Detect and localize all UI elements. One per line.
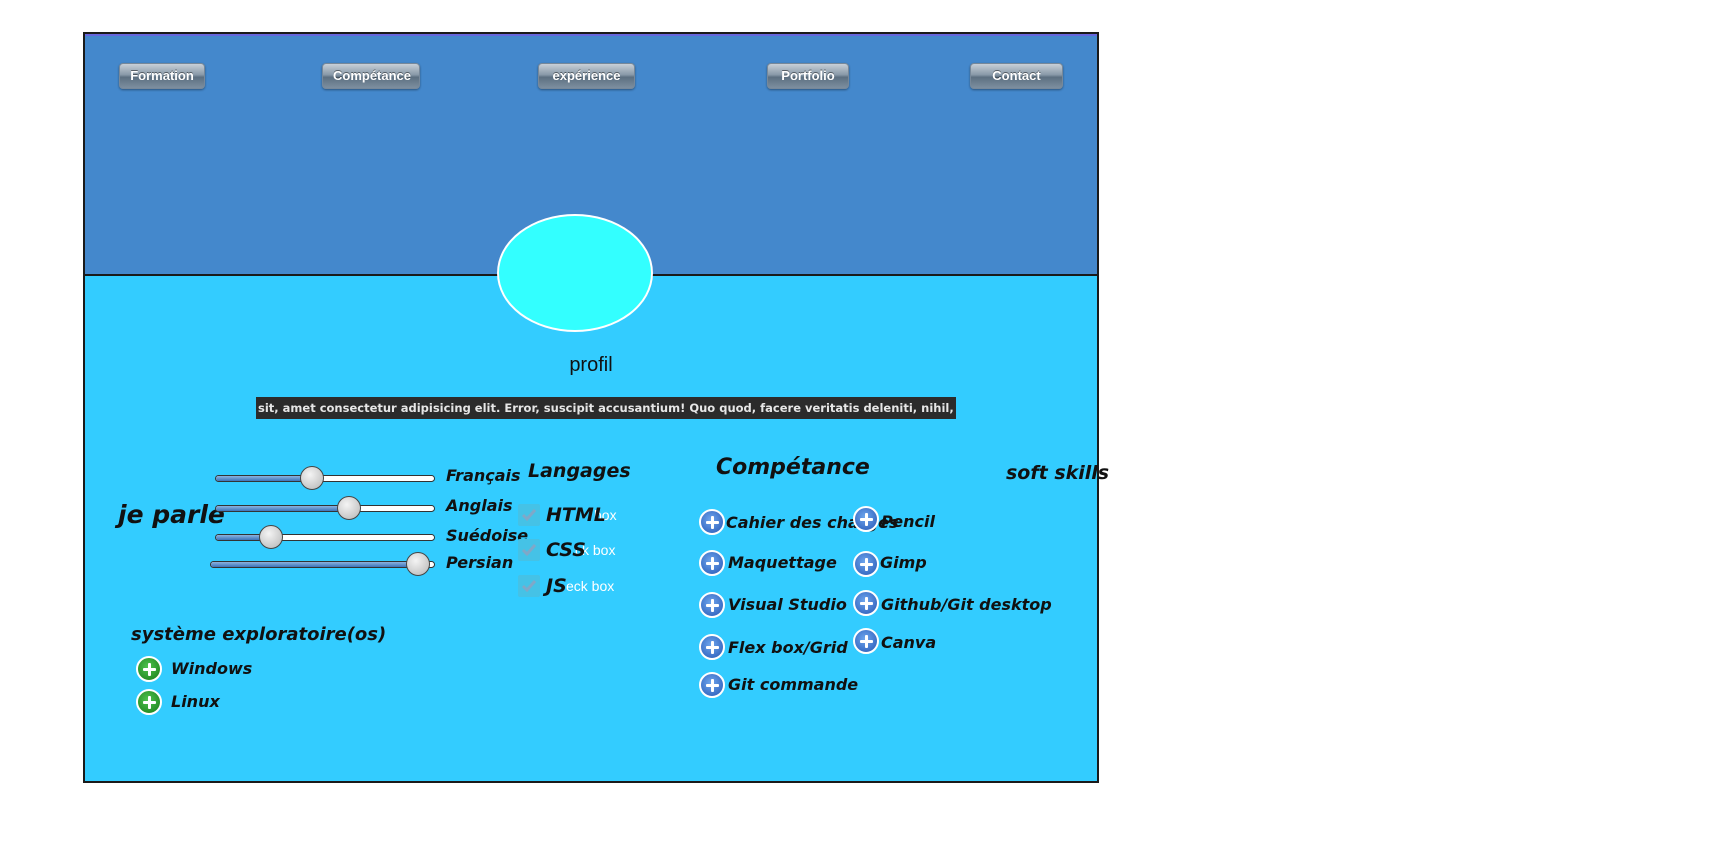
os-heading: système exploratoire(os) xyxy=(131,624,387,645)
os-item-linux: Linux xyxy=(171,692,220,711)
add-pencil-icon[interactable] xyxy=(853,506,879,532)
nav-formation-button[interactable]: Formation xyxy=(119,63,205,89)
checkmark-icon xyxy=(521,544,537,557)
add-maquettage-icon[interactable] xyxy=(699,550,725,576)
slider-fill xyxy=(216,506,349,511)
language-slider-francais[interactable] xyxy=(215,466,435,490)
skill-git-commande: Git commande xyxy=(728,675,859,694)
skill-maquettage: Maquettage xyxy=(728,553,837,572)
soft-skills-heading: soft skills xyxy=(1006,462,1110,484)
skill-pencil: Pencil xyxy=(881,512,935,531)
language-label-francais: Français xyxy=(446,466,521,485)
slider-fill xyxy=(216,476,312,481)
langage-html-label: HTML xyxy=(546,504,606,526)
portfolio-card: Formation Compétance expérience Portfoli… xyxy=(83,32,1109,783)
skill-github-git-desktop: Github/Git desktop xyxy=(881,595,1052,614)
langage-css-label: CSS xyxy=(546,539,586,561)
slider-handle[interactable] xyxy=(406,552,431,576)
profile-title: profil xyxy=(569,354,613,376)
css-checkbox[interactable] xyxy=(518,539,540,561)
slider-handle[interactable] xyxy=(258,525,283,549)
language-slider-suedoise[interactable] xyxy=(215,525,435,549)
langages-heading: Langages xyxy=(528,460,631,482)
nav-competance-button[interactable]: Compétance xyxy=(322,63,420,89)
checkmark-icon xyxy=(521,509,537,522)
language-label-suedoise: Suédoise xyxy=(446,526,529,545)
add-visual-studio-icon[interactable] xyxy=(699,592,725,618)
profile-text: sit, amet consectetur adipisicing elit. … xyxy=(256,397,956,419)
langage-js-label: JS xyxy=(546,575,567,597)
nav-contact-button[interactable]: Contact xyxy=(970,63,1063,89)
language-label-persian: Persian xyxy=(446,553,514,572)
competance-heading: Compétance xyxy=(716,455,870,480)
checkmark-icon xyxy=(521,580,537,593)
add-gimp-icon[interactable] xyxy=(853,551,879,577)
slider-handle[interactable] xyxy=(299,466,324,490)
slider-fill xyxy=(211,562,419,567)
add-github-icon[interactable] xyxy=(853,590,879,616)
nav-experience-button[interactable]: expérience xyxy=(538,63,635,89)
nav-portfolio-button[interactable]: Portfolio xyxy=(767,63,849,89)
add-git-commande-icon[interactable] xyxy=(699,672,725,698)
add-flex-box-grid-icon[interactable] xyxy=(699,634,725,660)
js-checkbox-text: eck box xyxy=(566,578,615,594)
add-canva-icon[interactable] xyxy=(853,628,879,654)
skill-flex-box-grid: Flex box/Grid xyxy=(728,638,848,657)
language-label-anglais: Anglais xyxy=(446,496,513,515)
language-slider-anglais[interactable] xyxy=(215,496,435,520)
language-slider-persian[interactable] xyxy=(210,552,435,576)
skill-canva: Canva xyxy=(881,633,937,652)
add-windows-icon[interactable] xyxy=(136,656,162,682)
slider-handle[interactable] xyxy=(336,496,361,520)
profile-avatar xyxy=(497,214,653,332)
skill-visual-studio: Visual Studio xyxy=(728,595,847,614)
js-checkbox[interactable] xyxy=(518,575,540,597)
add-linux-icon[interactable] xyxy=(136,689,162,715)
skill-gimp: Gimp xyxy=(880,553,927,572)
os-item-windows: Windows xyxy=(171,659,253,678)
add-cahier-des-charges-icon[interactable] xyxy=(699,509,725,535)
spoken-languages-heading: je parle xyxy=(118,500,225,529)
html-checkbox[interactable] xyxy=(518,504,540,526)
